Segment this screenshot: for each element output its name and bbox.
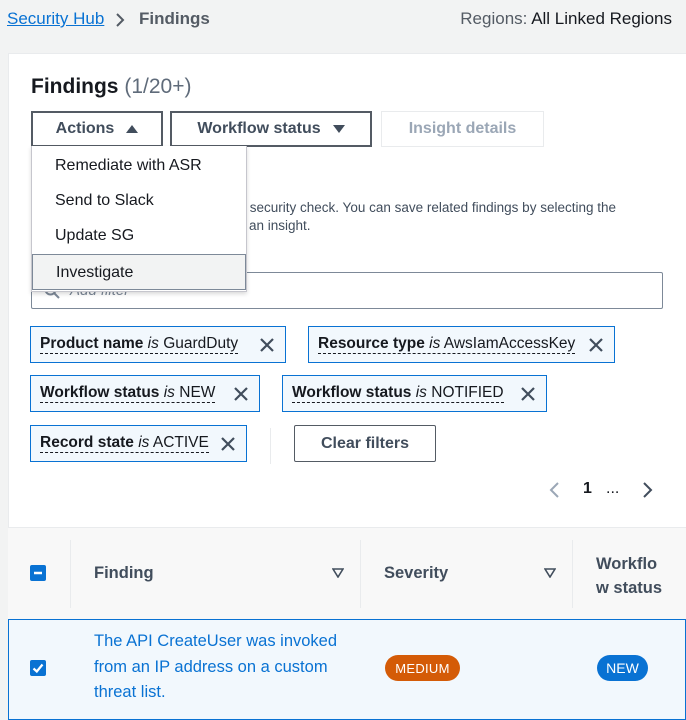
filter-token-op: is bbox=[147, 335, 159, 352]
filter-token-key: Record state bbox=[40, 434, 134, 451]
menu-item-investigate[interactable]: Investigate bbox=[32, 254, 246, 290]
insight-details-label: Insight details bbox=[408, 120, 517, 137]
filter-token-op: is bbox=[429, 335, 441, 352]
chevron-left-icon[interactable] bbox=[546, 481, 562, 499]
close-icon[interactable] bbox=[259, 337, 275, 353]
findings-count: (1/20+) bbox=[124, 75, 192, 98]
close-icon[interactable] bbox=[520, 386, 536, 402]
filter-token-product-name: Product name is GuardDuty bbox=[30, 326, 286, 363]
filter-token-op: is bbox=[163, 384, 175, 401]
pagination-ellipsis: ... bbox=[606, 480, 620, 497]
filter-token-value: NEW bbox=[179, 384, 216, 401]
close-icon[interactable] bbox=[588, 337, 604, 353]
page-title: Findings (1/20+) bbox=[31, 75, 191, 99]
top-bar: Security Hub Findings Regions: All Linke… bbox=[0, 0, 686, 44]
workflow-status-badge: NEW bbox=[597, 655, 648, 681]
actions-button[interactable]: Actions bbox=[31, 111, 163, 147]
chevron-right-icon[interactable] bbox=[640, 481, 656, 499]
finding-title-link[interactable]: The API CreateUser was invoked from an I… bbox=[94, 629, 344, 706]
divider bbox=[270, 428, 271, 464]
filter-token-record-state: Record state is ACTIVE bbox=[30, 425, 247, 462]
check-icon bbox=[32, 663, 44, 674]
caret-up-icon bbox=[126, 125, 139, 133]
filter-token-op: is bbox=[415, 384, 427, 401]
filter-token-value: ACTIVE bbox=[152, 434, 209, 451]
column-separator bbox=[360, 540, 361, 608]
column-header-workflow-status[interactable]: Workflo w status bbox=[596, 552, 662, 600]
filter-token-value: NOTIFIED bbox=[431, 384, 504, 401]
close-icon[interactable] bbox=[220, 436, 236, 452]
column-header-workflow-line-1: Workflo bbox=[596, 555, 658, 573]
insight-details-button: Insight details bbox=[381, 111, 544, 147]
workflow-status-button[interactable]: Workflow status bbox=[170, 111, 372, 147]
minus-icon bbox=[34, 571, 42, 575]
filter-token-resource-type: Resource type is AwsIamAccessKey bbox=[308, 326, 615, 363]
breadcrumb-current: Findings bbox=[139, 9, 210, 28]
column-header-severity[interactable]: Severity bbox=[384, 564, 448, 583]
chevron-right-icon bbox=[116, 13, 125, 27]
column-separator bbox=[572, 540, 573, 608]
filter-token-workflow-new: Workflow status is NEW bbox=[30, 375, 260, 412]
workflow-status-button-label: Workflow status bbox=[197, 120, 321, 137]
menu-item-send-to-slack[interactable]: Send to Slack bbox=[32, 183, 246, 219]
caret-down-icon bbox=[332, 125, 345, 133]
column-header-finding[interactable]: Finding bbox=[94, 564, 154, 583]
filter-token-op: is bbox=[138, 434, 150, 451]
actions-button-label: Actions bbox=[55, 120, 115, 137]
menu-item-update-sg[interactable]: Update SG bbox=[32, 218, 246, 254]
regions-selector[interactable]: Regions: All Linked Regions bbox=[460, 9, 672, 29]
regions-value: All Linked Regions bbox=[531, 9, 672, 28]
filter-token-key: Workflow status bbox=[40, 384, 160, 401]
row-checkbox[interactable] bbox=[30, 660, 46, 676]
actions-menu: Remediate with ASR Send to Slack Update … bbox=[31, 146, 247, 292]
filter-token-value: AwsIamAccessKey bbox=[443, 335, 576, 352]
filter-token-key: Workflow status bbox=[292, 384, 412, 401]
severity-badge: MEDIUM bbox=[385, 655, 460, 681]
filter-token-key: Product name bbox=[40, 335, 144, 352]
column-separator bbox=[70, 540, 71, 608]
sort-down-icon[interactable] bbox=[544, 568, 556, 578]
close-icon[interactable] bbox=[233, 386, 249, 402]
breadcrumb-security-hub-link[interactable]: Security Hub bbox=[7, 9, 104, 29]
filter-token-workflow-notified: Workflow status is NOTIFIED bbox=[282, 375, 547, 412]
regions-label: Regions: bbox=[460, 9, 528, 28]
select-all-checkbox[interactable] bbox=[30, 565, 46, 581]
menu-item-remediate-asr[interactable]: Remediate with ASR bbox=[32, 148, 246, 184]
column-header-workflow-line-2: w status bbox=[596, 579, 663, 597]
filter-token-key: Resource type bbox=[318, 335, 425, 352]
clear-filters-button[interactable]: Clear filters bbox=[294, 425, 436, 462]
page-number-current[interactable]: 1 bbox=[583, 480, 592, 498]
sort-down-icon[interactable] bbox=[332, 568, 344, 578]
filter-token-value: GuardDuty bbox=[163, 335, 239, 352]
page-title-text: Findings bbox=[31, 75, 119, 98]
